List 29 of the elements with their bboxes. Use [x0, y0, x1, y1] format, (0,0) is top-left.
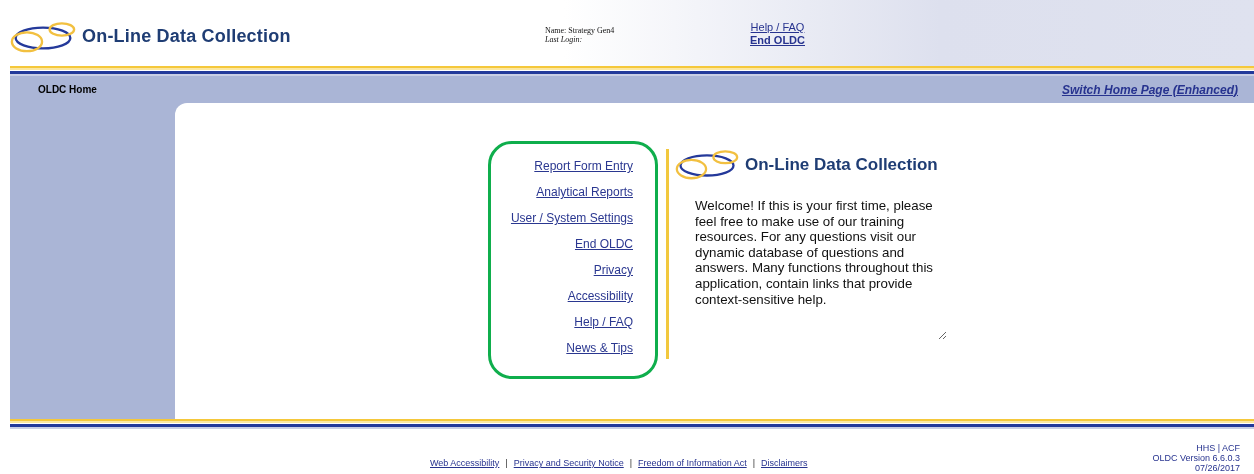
footer-link[interactable]: Disclaimers	[761, 458, 808, 468]
menu-link[interactable]: Report Form Entry	[534, 158, 633, 175]
app-title: On-Line Data Collection	[82, 26, 291, 48]
footer-link[interactable]: Web Accessibility	[430, 458, 500, 468]
rings-logo-icon	[675, 149, 739, 181]
user-name: Name: Strategy Gen4	[545, 26, 616, 35]
welcome-message[interactable]: Welcome! If this is your first time, please feel free to make use of our training resources. For any questions visit our dynamic database of questions and answers. Many functions throughout this application, contain links that provide context-sensitive help.	[695, 198, 947, 341]
help-link[interactable]: Help / FAQ	[750, 21, 805, 34]
separator: |	[752, 458, 755, 468]
last-login-label: Last Login:	[545, 35, 584, 44]
menu-link[interactable]: Help / FAQ	[574, 314, 633, 331]
version-text: OLDC Version 6.6.0.3	[1152, 453, 1240, 463]
separator: |	[505, 458, 508, 468]
menu-link[interactable]: End OLDC	[574, 236, 633, 253]
switch-home-link[interactable]: Switch Home Page (Enhanced)	[1061, 82, 1238, 97]
menu-link[interactable]: Accessibility	[567, 288, 633, 305]
menu-link[interactable]: Analytical Reports	[536, 184, 633, 201]
menu-link[interactable]: User / System Settings	[510, 210, 633, 227]
agency-text: HHS | ACF	[1196, 443, 1240, 453]
date-text: 07/26/2017	[1194, 463, 1240, 473]
welcome-title: On-Line Data Collection	[745, 154, 938, 175]
menu-link[interactable]: Privacy	[593, 262, 633, 279]
page-title: OLDC Home	[38, 84, 97, 95]
separator: |	[629, 458, 633, 468]
rings-logo-icon	[10, 20, 76, 53]
menu-link[interactable]: News & Tips	[566, 340, 633, 357]
footer-link[interactable]: Privacy and Security Notice	[513, 458, 624, 468]
end-link[interactable]: End OLDC	[750, 34, 805, 47]
footer-link[interactable]: Freedom of Information Act	[638, 458, 747, 468]
